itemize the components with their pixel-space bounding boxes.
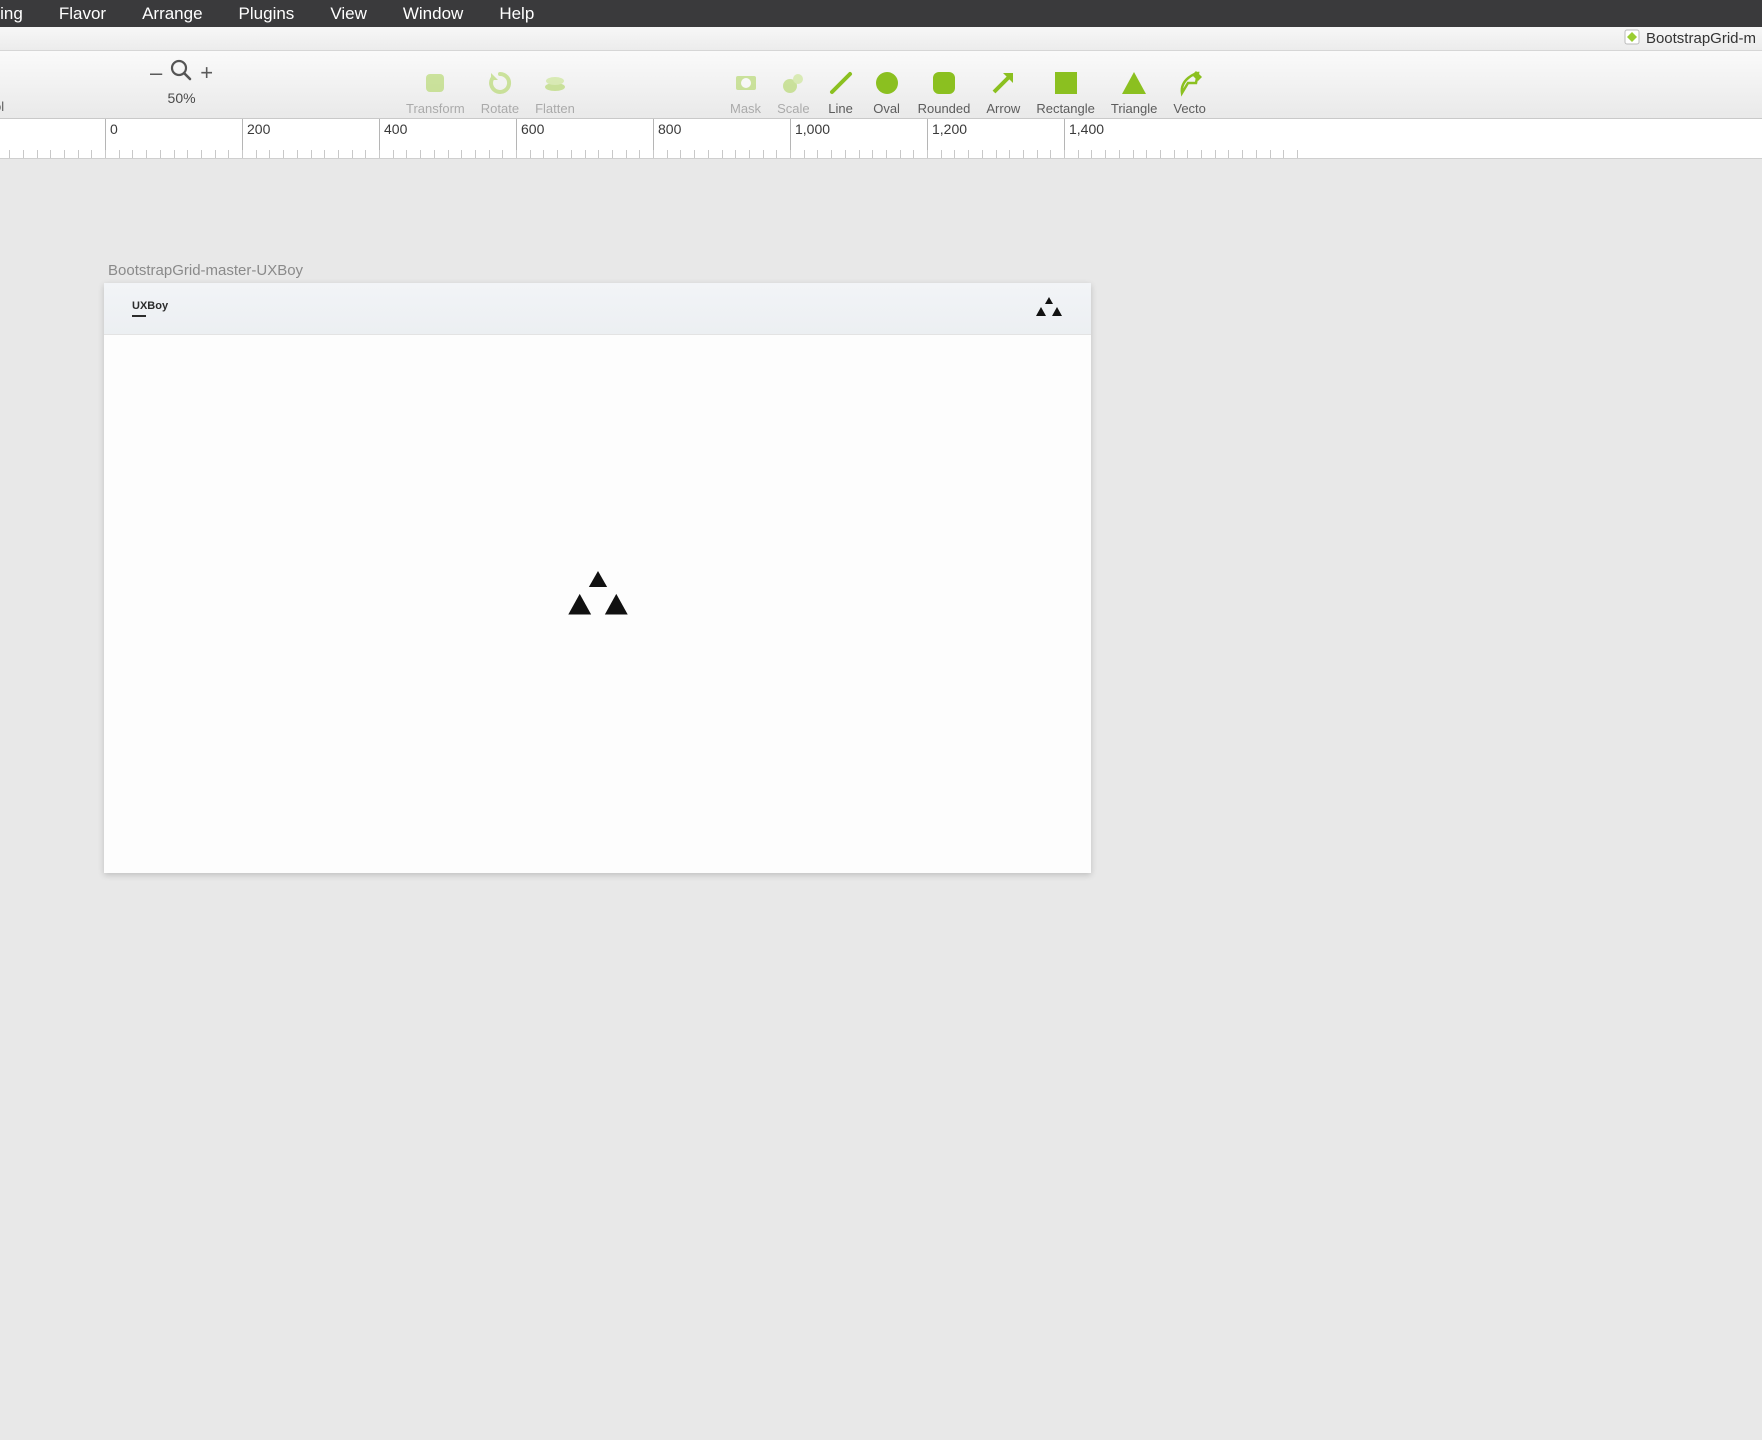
arrow-label: Arrow xyxy=(986,101,1020,116)
menu-view[interactable]: View xyxy=(312,4,385,24)
transform-button[interactable]: Transform xyxy=(398,68,473,116)
menu-help[interactable]: Help xyxy=(481,4,552,24)
arrow-icon xyxy=(988,68,1018,98)
transform-label: Transform xyxy=(406,101,465,116)
document-icon xyxy=(1624,29,1646,49)
triangle-logo-icon xyxy=(1035,297,1063,321)
scale-icon xyxy=(778,68,808,98)
vector-label: Vecto xyxy=(1173,101,1206,116)
magnifier-icon[interactable] xyxy=(168,57,194,88)
vector-button[interactable]: Vecto xyxy=(1165,68,1214,116)
menu-arrange[interactable]: Arrange xyxy=(124,4,220,24)
oval-icon xyxy=(872,68,902,98)
zoom-in-button[interactable]: + xyxy=(200,60,213,86)
mask-label: Mask xyxy=(730,101,761,116)
scale-button[interactable]: Scale xyxy=(769,68,818,116)
triangle-label: Triangle xyxy=(1111,101,1157,116)
flatten-label: Flatten xyxy=(535,101,575,116)
triangle-icon xyxy=(1119,68,1149,98)
rotate-label: Rotate xyxy=(481,101,519,116)
oval-button[interactable]: Oval xyxy=(864,68,910,116)
oval-label: Oval xyxy=(873,101,900,116)
flatten-button[interactable]: Flatten xyxy=(527,68,583,116)
vector-icon xyxy=(1175,68,1205,98)
uxboy-label: UXBoy xyxy=(132,300,168,317)
window-title: BootstrapGrid-m xyxy=(1646,30,1756,47)
line-button[interactable]: Line xyxy=(818,68,864,116)
arrow-button[interactable]: Arrow xyxy=(978,68,1028,116)
line-icon xyxy=(826,68,856,98)
menu-flavor[interactable]: Flavor xyxy=(41,4,124,24)
rounded-icon xyxy=(929,68,959,98)
rectangle-button[interactable]: Rectangle xyxy=(1028,68,1103,116)
triangle-button[interactable]: Triangle xyxy=(1103,68,1165,116)
canvas[interactable]: BootstrapGrid-master-UXBoy UXBoy xyxy=(0,159,1762,1440)
rotate-icon xyxy=(485,68,515,98)
mask-button[interactable]: Mask xyxy=(722,68,769,116)
flatten-icon xyxy=(540,68,570,98)
shape-tool-group: Mask Scale Line Oval Rounded xyxy=(722,68,1214,118)
transform-icon xyxy=(420,68,450,98)
edit-tool-group: Transform Rotate Flatten xyxy=(398,68,583,118)
horizontal-ruler[interactable]: 02004006008001,0001,2001,400 xyxy=(0,119,1762,159)
toolbar: ol – + 50% Transform Rotate xyxy=(0,51,1762,119)
menu-bar: otyping Flavor Arrange Plugins View Wind… xyxy=(0,0,1762,27)
tool-label-partial: ol xyxy=(0,99,4,114)
title-bar: BootstrapGrid-m xyxy=(0,27,1762,51)
rectangle-label: Rectangle xyxy=(1036,101,1095,116)
scale-label: Scale xyxy=(777,101,810,116)
mask-icon xyxy=(731,68,761,98)
rounded-label: Rounded xyxy=(918,101,971,116)
triangle-logo-large-icon xyxy=(566,570,630,631)
menu-window[interactable]: Window xyxy=(385,4,481,24)
rotate-button[interactable]: Rotate xyxy=(473,68,527,116)
uxboy-text: UXBoy xyxy=(132,300,168,312)
rectangle-icon xyxy=(1051,68,1081,98)
underline-decoration xyxy=(132,315,146,317)
rounded-button[interactable]: Rounded xyxy=(910,68,979,116)
zoom-out-button[interactable]: – xyxy=(150,60,162,86)
line-label: Line xyxy=(828,101,853,116)
artboard-body xyxy=(104,335,1091,873)
artboard-title[interactable]: BootstrapGrid-master-UXBoy xyxy=(108,262,303,279)
menu-plugins[interactable]: Plugins xyxy=(221,4,313,24)
artboard-header: UXBoy xyxy=(104,283,1091,335)
menu-prototyping[interactable]: otyping xyxy=(0,4,41,24)
zoom-control: – + 50% xyxy=(150,57,213,106)
artboard[interactable]: UXBoy xyxy=(104,283,1091,873)
zoom-value: 50% xyxy=(168,90,196,106)
